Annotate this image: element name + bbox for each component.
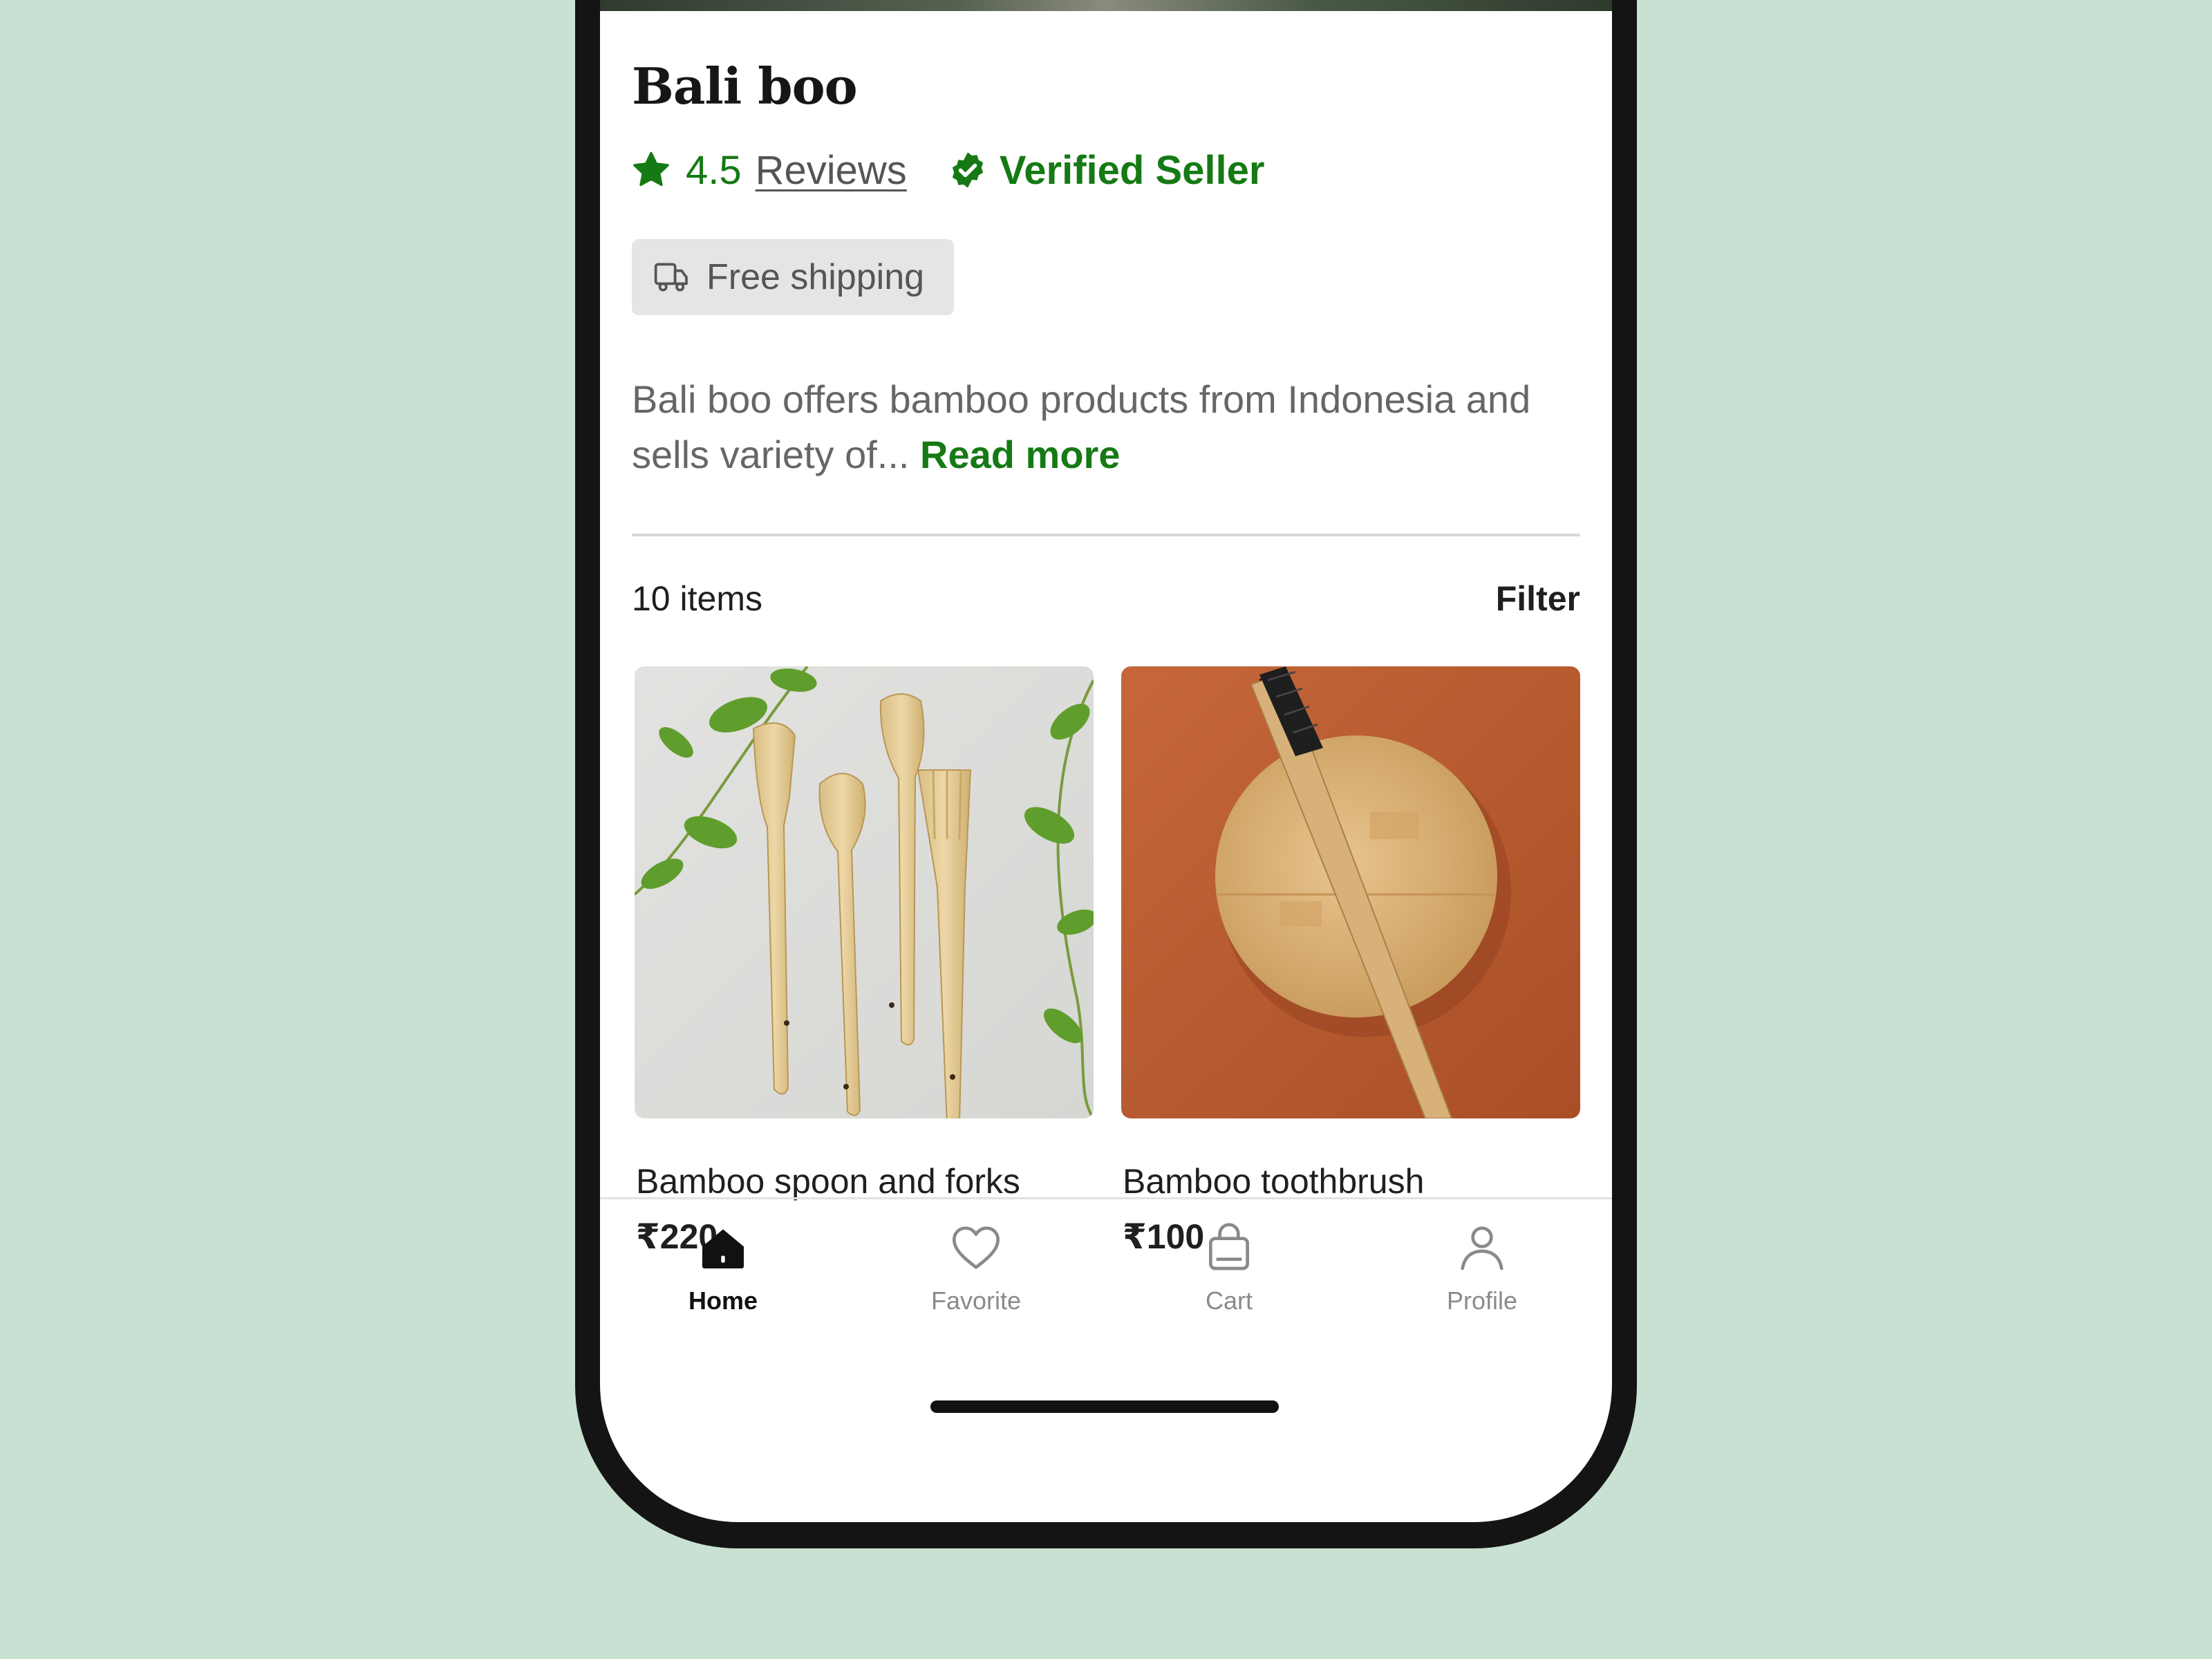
rating-value: 4.5 [686,147,742,193]
bag-icon [1209,1223,1249,1271]
shop-cover-image [600,0,1612,11]
shop-description: Bali boo offers bamboo products from Ind… [632,372,1572,482]
product-image-bamboo-toothbrush[interactable] [1121,666,1580,1118]
tab-label: Home [688,1286,758,1315]
verified-badge-icon [952,152,983,188]
product-name[interactable]: Bamboo spoon and forks [636,1161,1020,1201]
tab-cart[interactable]: Cart [1146,1220,1312,1344]
product-image-bamboo-utensils[interactable] [635,666,1094,1118]
heart-icon [953,1226,1000,1269]
home-indicator[interactable] [930,1400,1279,1413]
filter-button[interactable]: Filter [1496,579,1580,619]
read-more-link[interactable]: Read more [920,433,1120,476]
tab-label: Profile [1446,1286,1518,1315]
section-divider [632,534,1580,536]
tab-favorite[interactable]: Favorite [893,1220,1059,1344]
person-icon [1461,1226,1503,1271]
shop-meta-row: 4.5 Reviews Verified Seller [632,142,1264,198]
tab-profile[interactable]: Profile [1399,1220,1565,1344]
verified-seller-label: Verified Seller [999,147,1265,193]
product-name[interactable]: Bamboo toothbrush [1123,1161,1424,1201]
phone-frame: Bali boo 4.5 Reviews Verified Seller Fre… [575,0,1637,1548]
bottom-tab-bar: Home Favorite Cart Profile [600,1197,1612,1379]
star-icon [633,151,669,186]
tab-home[interactable]: Home [640,1220,806,1344]
tab-label: Favorite [930,1286,1022,1315]
reviews-link[interactable]: Reviews [756,147,907,194]
home-icon [702,1229,744,1268]
truck-icon [654,263,688,292]
tab-label: Cart [1205,1286,1253,1315]
items-count: 10 items [632,579,762,618]
free-shipping-label: Free shipping [706,257,925,297]
shop-title: Bali boo [632,57,858,115]
app-screen: Bali boo 4.5 Reviews Verified Seller Fre… [600,0,1612,1522]
free-shipping-badge: Free shipping [632,239,954,315]
listing-header: 10 items Filter [632,571,1580,626]
